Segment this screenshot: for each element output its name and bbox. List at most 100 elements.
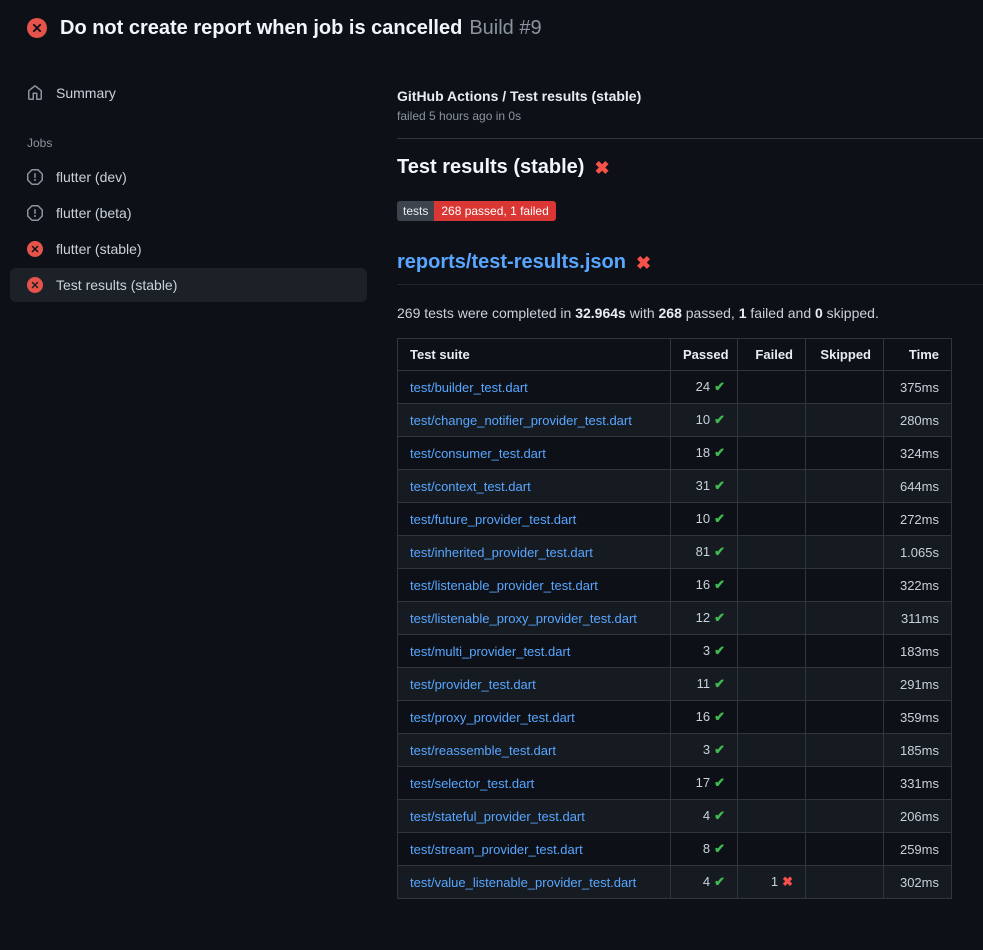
table-row: test/consumer_test.dart 18✔ 324ms [398, 437, 952, 470]
cell-failed [738, 602, 806, 635]
cell-skipped [806, 503, 884, 536]
cell-skipped [806, 701, 884, 734]
cell-passed: 4✔ [671, 800, 738, 833]
suite-link[interactable]: test/change_notifier_provider_test.dart [410, 413, 632, 428]
passed-count: 16 [696, 709, 710, 724]
suite-link[interactable]: test/builder_test.dart [410, 380, 528, 395]
table-row: test/context_test.dart 31✔ 644ms [398, 470, 952, 503]
cell-test-suite: test/future_provider_test.dart [398, 503, 671, 536]
pass-check-icon: ✔ [714, 511, 725, 526]
suite-link[interactable]: test/inherited_provider_test.dart [410, 545, 593, 560]
jobs-section-label: Jobs [27, 136, 367, 150]
cell-time: 291ms [884, 668, 952, 701]
passed-count: 18 [696, 445, 710, 460]
breadcrumb: GitHub Actions / Test results (stable) [397, 88, 983, 104]
suite-link[interactable]: test/proxy_provider_test.dart [410, 710, 575, 725]
cell-failed [738, 569, 806, 602]
tests-summary-line: 269 tests were completed in 32.964s with… [397, 305, 983, 321]
suite-link[interactable]: test/stream_provider_test.dart [410, 842, 583, 857]
pass-check-icon: ✔ [714, 775, 725, 790]
summary-mid2: passed, [682, 305, 739, 321]
cell-failed [738, 536, 806, 569]
pass-check-icon: ✔ [714, 445, 725, 460]
table-row: test/stream_provider_test.dart 8✔ 259ms [398, 833, 952, 866]
cell-test-suite: test/value_listenable_provider_test.dart [398, 866, 671, 899]
summary-mid1: with [626, 305, 659, 321]
sidebar-item-summary[interactable]: Summary [10, 76, 367, 110]
cell-time: 322ms [884, 569, 952, 602]
cell-passed: 10✔ [671, 404, 738, 437]
cell-failed [738, 404, 806, 437]
cell-failed [738, 767, 806, 800]
column-header: Time [884, 339, 952, 371]
cell-failed [738, 371, 806, 404]
job-label: Test results (stable) [56, 277, 177, 293]
summary-duration: 32.964s [575, 305, 626, 321]
suite-link[interactable]: test/selector_test.dart [410, 776, 534, 791]
cell-failed [738, 470, 806, 503]
pass-check-icon: ✔ [714, 841, 725, 856]
suite-link[interactable]: test/consumer_test.dart [410, 446, 546, 461]
cell-skipped [806, 569, 884, 602]
cancelled-stop-icon [27, 169, 43, 185]
sidebar-job-item[interactable]: Test results (stable) [10, 268, 367, 302]
cell-test-suite: test/consumer_test.dart [398, 437, 671, 470]
cell-passed: 17 ✔ [671, 767, 738, 800]
fail-cross-icon: ✖ [782, 874, 793, 889]
cell-skipped [806, 602, 884, 635]
suite-link[interactable]: test/reassemble_test.dart [410, 743, 556, 758]
suite-link[interactable]: test/listenable_proxy_provider_test.dart [410, 611, 637, 626]
passed-count: 11 [697, 676, 711, 691]
pass-check-icon: ✔ [714, 709, 725, 724]
cell-passed: 11✔ [671, 668, 738, 701]
pass-check-icon: ✔ [714, 742, 725, 757]
column-header: Test suite [398, 339, 671, 371]
passed-count: 17 [696, 775, 710, 790]
cell-skipped [806, 734, 884, 767]
divider [397, 138, 983, 139]
suite-link[interactable]: test/stateful_provider_test.dart [410, 809, 585, 824]
cell-skipped [806, 536, 884, 569]
cell-passed: 18 ✔ [671, 437, 738, 470]
job-label: flutter (dev) [56, 169, 127, 185]
column-header: Failed [738, 339, 806, 371]
pass-check-icon: ✔ [714, 412, 725, 427]
suite-link[interactable]: test/provider_test.dart [410, 677, 536, 692]
table-header-row: Test suitePassedFailedSkippedTime [398, 339, 952, 371]
cell-passed: 3✔ [671, 734, 738, 767]
sidebar-job-item[interactable]: flutter (dev) [10, 160, 367, 194]
summary-prefix: 269 tests were completed in [397, 305, 575, 321]
cell-test-suite: test/listenable_provider_test.dart [398, 569, 671, 602]
cell-passed: 16 ✔ [671, 701, 738, 734]
table-row: test/builder_test.dart 24✔ 375ms [398, 371, 952, 404]
suite-link[interactable]: test/context_test.dart [410, 479, 531, 494]
suite-link[interactable]: test/future_provider_test.dart [410, 512, 576, 527]
cell-time: 272ms [884, 503, 952, 536]
passed-count: 31 [696, 478, 710, 493]
column-header: Passed [671, 339, 738, 371]
summary-passed-count: 268 [659, 305, 682, 321]
summary-suffix: skipped. [823, 305, 879, 321]
suite-link[interactable]: test/multi_provider_test.dart [410, 644, 570, 659]
report-link[interactable]: reports/test-results.json [397, 251, 626, 274]
sidebar-job-item[interactable]: flutter (beta) [10, 196, 367, 230]
cell-time: 359ms [884, 701, 952, 734]
table-row: test/provider_test.dart 11✔ 291ms [398, 668, 952, 701]
pass-check-icon: ✔ [714, 577, 725, 592]
cell-time: 1.065s [884, 536, 952, 569]
cell-time: 644ms [884, 470, 952, 503]
main-content: GitHub Actions / Test results (stable) f… [397, 56, 983, 899]
cell-failed: 1✖ [738, 866, 806, 899]
cell-passed: 3✔ [671, 635, 738, 668]
cell-test-suite: test/proxy_provider_test.dart [398, 701, 671, 734]
suite-link[interactable]: test/listenable_provider_test.dart [410, 578, 598, 593]
suite-link[interactable]: test/value_listenable_provider_test.dart [410, 875, 636, 890]
cell-failed [738, 701, 806, 734]
run-failed-x-circle-icon [27, 18, 47, 38]
table-row: test/value_listenable_provider_test.dart… [398, 866, 952, 899]
cell-test-suite: test/change_notifier_provider_test.dart [398, 404, 671, 437]
cell-test-suite: test/inherited_provider_test.dart [398, 536, 671, 569]
cell-skipped [806, 833, 884, 866]
section-title-text: Test results (stable) [397, 156, 584, 179]
sidebar-job-item[interactable]: flutter (stable) [10, 232, 367, 266]
